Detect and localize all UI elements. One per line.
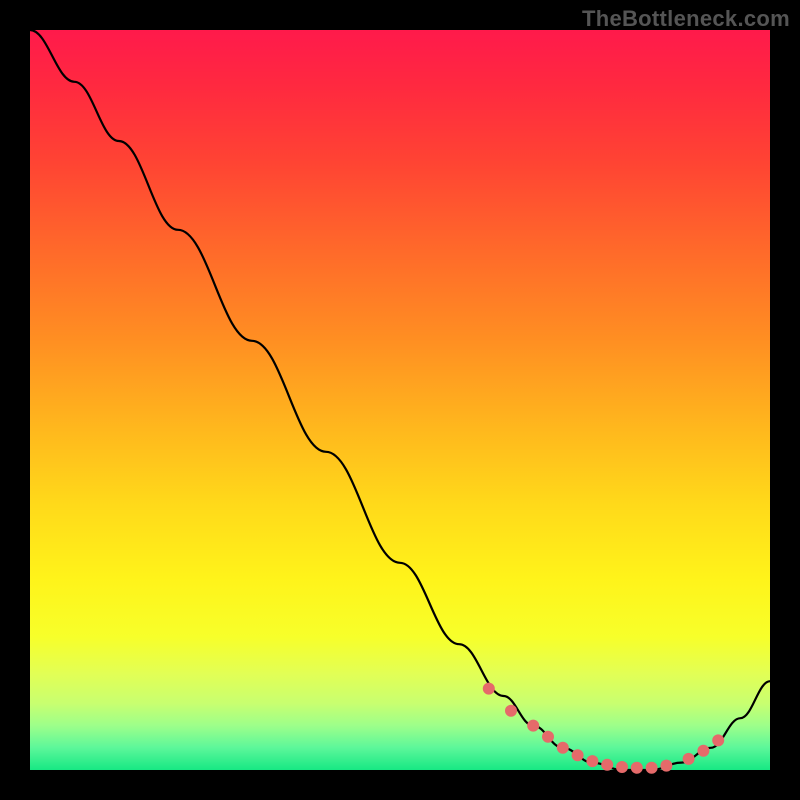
highlight-dot xyxy=(697,745,709,757)
highlight-dot xyxy=(631,762,643,774)
plot-area xyxy=(30,30,770,770)
bottleneck-curve xyxy=(30,30,770,770)
highlight-dot xyxy=(572,749,584,761)
highlight-dots xyxy=(483,683,724,774)
watermark-text: TheBottleneck.com xyxy=(582,6,790,32)
highlight-dot xyxy=(557,742,569,754)
highlight-dot xyxy=(601,759,613,771)
highlight-dot xyxy=(586,755,598,767)
chart-svg xyxy=(30,30,770,770)
highlight-dot xyxy=(527,720,539,732)
highlight-dot xyxy=(660,760,672,772)
highlight-dot xyxy=(483,683,495,695)
highlight-dot xyxy=(712,734,724,746)
highlight-dot xyxy=(616,761,628,773)
highlight-dot xyxy=(542,731,554,743)
highlight-dot xyxy=(683,753,695,765)
highlight-dot xyxy=(646,762,658,774)
chart-frame: TheBottleneck.com xyxy=(0,0,800,800)
highlight-dot xyxy=(505,705,517,717)
